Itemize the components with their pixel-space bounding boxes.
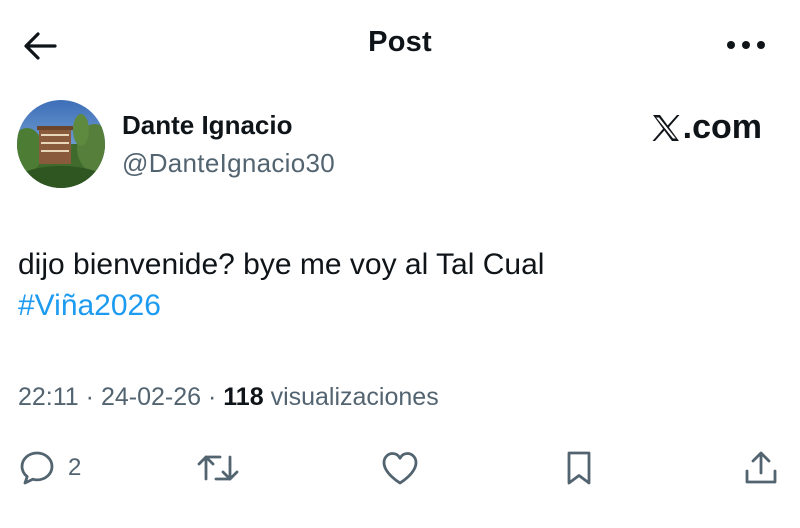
heart-icon xyxy=(380,449,420,487)
x-com-brand: .com xyxy=(651,108,762,147)
x-logo-icon xyxy=(651,113,683,143)
reply-count: 2 xyxy=(68,454,82,481)
reply-icon xyxy=(18,449,56,487)
author-display-name[interactable]: Dante Ignacio xyxy=(122,110,292,141)
like-button[interactable] xyxy=(380,446,420,490)
views-count: 118 xyxy=(223,383,264,411)
brand-domain: .com xyxy=(682,108,762,146)
more-options-button[interactable] xyxy=(718,28,774,62)
page-title: Post xyxy=(368,26,432,58)
tweet-time[interactable]: 22:11 xyxy=(18,383,79,411)
more-horizontal-icon xyxy=(725,40,767,50)
tweet-text: dijo bienvenide? bye me voy al Tal Cual xyxy=(18,248,545,281)
author-handle[interactable]: @DanteIgnacio30 xyxy=(122,148,335,179)
share-icon xyxy=(742,449,780,487)
meta-separator: · xyxy=(85,383,94,411)
share-button[interactable] xyxy=(742,446,780,490)
meta-separator: · xyxy=(207,383,217,411)
repost-button[interactable] xyxy=(196,446,240,490)
avatar[interactable] xyxy=(17,100,105,188)
bookmark-button[interactable] xyxy=(562,446,596,490)
reply-button[interactable]: 2 xyxy=(18,446,81,490)
bookmark-icon xyxy=(562,449,596,487)
tweet-body: dijo bienvenide? bye me voy al Tal Cual … xyxy=(18,244,778,326)
action-bar: 2 xyxy=(0,440,800,496)
hashtag-link[interactable]: #Viña2026 xyxy=(18,285,161,326)
tweet-meta: 22:11 · 24-02-26 · 118 visualizaciones xyxy=(18,383,439,412)
repost-icon xyxy=(196,449,240,487)
tweet-date[interactable]: 24-02-26 xyxy=(101,383,201,411)
views-label: visualizaciones xyxy=(270,383,439,411)
